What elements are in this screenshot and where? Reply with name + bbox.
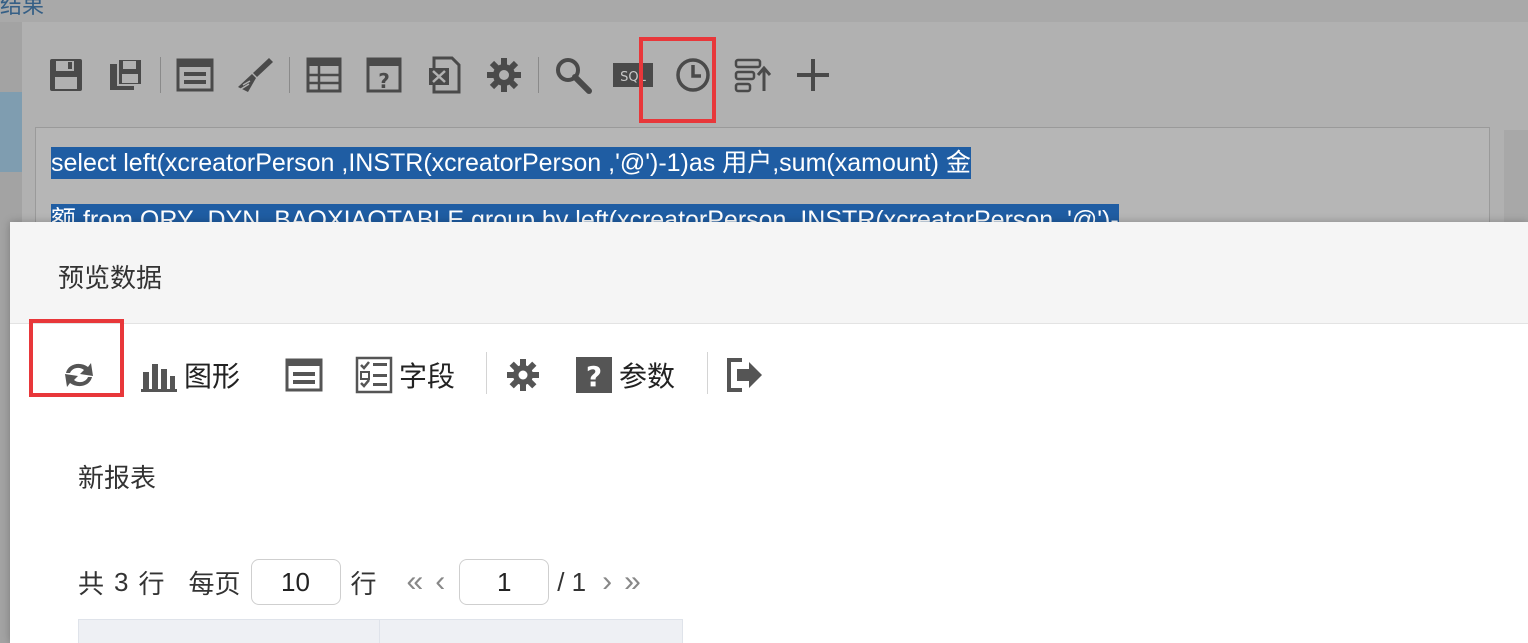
top-strip: 结果 xyxy=(0,0,1528,22)
refresh-highlight-box xyxy=(29,319,124,397)
search-icon[interactable] xyxy=(553,55,593,95)
toolbar-separator xyxy=(486,352,487,394)
toolbar-separator xyxy=(289,57,290,93)
left-panel-accent xyxy=(0,92,22,172)
exit-icon xyxy=(727,358,762,392)
prev-page-icon[interactable]: ‹ xyxy=(435,567,445,597)
sort-icon[interactable] xyxy=(733,55,773,95)
svg-text:?: ? xyxy=(586,360,602,393)
checklist-icon xyxy=(355,356,393,394)
svg-text:?: ? xyxy=(378,69,390,93)
help-table-icon[interactable]: ? xyxy=(364,55,404,95)
editor-scroll-gutter xyxy=(1504,130,1528,230)
layout-icon[interactable] xyxy=(175,55,215,95)
total-prefix: 共 xyxy=(78,568,105,599)
editor-toolbar: ? SQL xyxy=(46,50,853,100)
layout-button[interactable] xyxy=(285,352,323,398)
question-icon: ? xyxy=(576,357,612,393)
gear-icon xyxy=(507,359,539,391)
total-rows: 3 xyxy=(114,566,129,597)
report-title: 新报表 xyxy=(78,463,157,493)
preview-data-dialog: 预览数据 图形 字段 ? 参数 新报表 共 3 行 每页 10 行 « ‹ 1 … xyxy=(10,222,1528,643)
exit-button[interactable] xyxy=(726,352,764,398)
bar-chart-icon xyxy=(141,364,177,392)
first-page-icon[interactable]: « xyxy=(407,567,424,597)
toolbar-separator xyxy=(538,57,539,93)
excel-icon[interactable] xyxy=(424,55,464,95)
dialog-title: 预览数据 xyxy=(58,263,163,293)
plus-icon[interactable] xyxy=(793,55,833,95)
search-highlight-box xyxy=(639,37,716,123)
fields-button[interactable]: 字段 xyxy=(355,352,455,398)
rows-label: 行 xyxy=(350,568,377,599)
pagination-bar: 共 3 行 每页 行 « ‹ / 1 › » xyxy=(78,558,647,606)
total-pages: / 1 xyxy=(557,566,587,597)
save-as-icon[interactable] xyxy=(106,55,146,95)
last-page-icon[interactable]: » xyxy=(624,567,641,597)
data-table-header xyxy=(78,619,683,643)
toolbar-separator xyxy=(160,57,161,93)
params-button-label: 参数 xyxy=(619,361,676,392)
next-page-icon[interactable]: › xyxy=(602,567,612,597)
total-suffix: 行 xyxy=(138,568,165,599)
table-header-cell xyxy=(380,619,683,643)
fields-button-label: 字段 xyxy=(399,361,456,392)
page-size-input[interactable] xyxy=(250,559,341,605)
params-button[interactable]: ? 参数 xyxy=(575,352,675,398)
current-page-input[interactable] xyxy=(459,559,550,605)
sql-line: select left(xcreatorPerson ,INSTR(xcreat… xyxy=(51,147,971,179)
table-icon[interactable] xyxy=(304,55,344,95)
gear-icon[interactable] xyxy=(484,55,524,95)
table-header-cell xyxy=(78,619,380,643)
save-icon[interactable] xyxy=(46,55,86,95)
chart-button[interactable]: 图形 xyxy=(140,352,240,398)
settings-button[interactable] xyxy=(504,352,542,398)
toolbar-separator xyxy=(707,352,708,394)
top-tab-label: 结果 xyxy=(0,0,45,18)
per-page-label: 每页 xyxy=(188,568,241,599)
chart-button-label: 图形 xyxy=(184,361,241,392)
brush-icon[interactable] xyxy=(235,55,275,95)
layout-icon xyxy=(285,358,323,392)
dialog-header: 预览数据 xyxy=(10,222,1528,324)
